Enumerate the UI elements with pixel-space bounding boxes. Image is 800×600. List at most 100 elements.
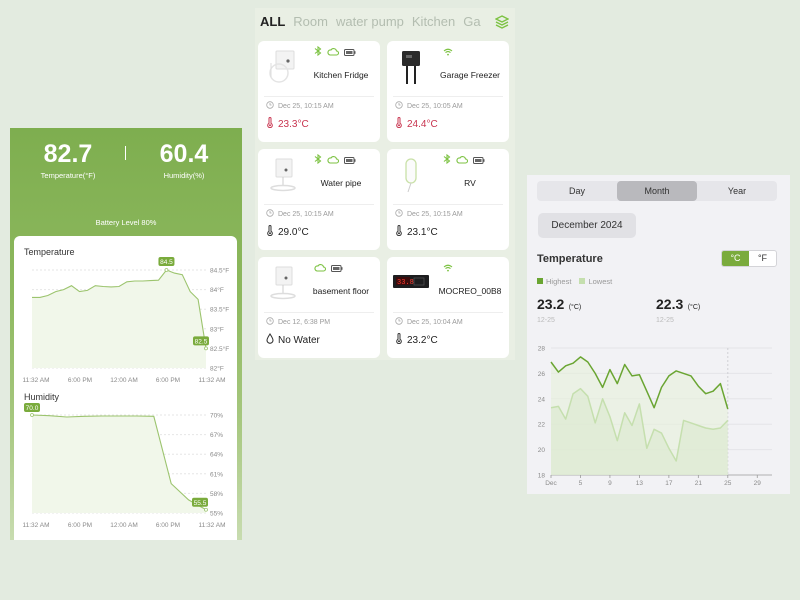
unit-toggle: °C °F <box>721 250 777 267</box>
y-tick-label: 61% <box>210 471 223 478</box>
x-tick-label: 11:32 AM <box>199 377 226 384</box>
status-icons <box>443 263 453 273</box>
device-card[interactable]: Water pipe Dec 25, 10:15 AM 29.0°C <box>258 149 380 250</box>
humidity-value: 60.4 <box>159 140 209 168</box>
lowest-value: 22.3 <box>656 296 684 312</box>
area-fill <box>32 270 206 368</box>
month-selector-button[interactable]: December 2024 <box>538 213 636 238</box>
status-icons <box>443 153 485 165</box>
device-name: Kitchen Fridge <box>313 70 369 80</box>
cloud-icon <box>456 151 469 169</box>
device-image <box>397 49 427 85</box>
y-tick-label: 82°F <box>210 365 224 373</box>
fahrenheit-button[interactable]: °F <box>749 251 776 266</box>
value-badge-label: 82.5 <box>195 339 208 346</box>
tab-water-pump[interactable]: water pump <box>336 14 404 29</box>
clock-icon <box>266 317 274 327</box>
device-card[interactable]: Kitchen Fridge Dec 25, 10:15 AM 23.3°C <box>258 41 380 142</box>
last-update: Dec 25, 10:05 AM <box>395 101 463 111</box>
x-tick-label: Dec <box>545 480 557 487</box>
device-card[interactable]: basement floor Dec 12, 6:38 PM No Water <box>258 257 380 358</box>
y-tick-label: 18 <box>538 473 546 480</box>
card-divider <box>393 96 503 97</box>
data-point <box>204 507 208 512</box>
device-name: MOCREO_00B8 <box>438 286 502 296</box>
legend-swatch <box>537 278 543 284</box>
y-tick-label: 83.5°F <box>210 306 229 314</box>
humidity-reading: 60.4 Humidity(%) <box>126 140 242 180</box>
humidity-label: Humidity(%) <box>163 171 205 180</box>
y-tick-label: 24 <box>538 396 546 403</box>
temperature-value: 82.7 <box>43 140 93 168</box>
x-tick-label: 9 <box>608 480 612 487</box>
device-image: 33.8 <box>393 265 429 301</box>
history-card: Temperature 84.5°F 84°F 83.5°F 83°F 82.5°F 82… <box>14 236 237 540</box>
device-reading: 29.0°C <box>266 225 309 239</box>
reading-value: 29.0°C <box>278 226 309 238</box>
temperature-label: Temperature(°F) <box>40 171 96 180</box>
thermometer-icon <box>395 333 403 347</box>
layers-icon[interactable] <box>494 15 510 29</box>
range-tab-month[interactable]: Month <box>617 181 697 201</box>
monthly-temperature-chart[interactable]: 18 20 22 24 26 28 Dec 5 9 13 17 21 25 29 <box>527 335 790 494</box>
tab-room[interactable]: Room <box>293 14 328 29</box>
legend-item-lowest: Lowest <box>579 277 612 286</box>
data-point <box>164 268 169 272</box>
range-tab-year[interactable]: Year <box>697 181 777 201</box>
x-tick-label: 29 <box>754 480 762 487</box>
cloud-icon <box>314 259 327 277</box>
tab-all[interactable]: ALL <box>260 14 285 29</box>
device-reading: 23.2°C <box>395 333 438 347</box>
y-tick-label: 67% <box>210 432 223 439</box>
x-tick-label: 21 <box>695 480 703 487</box>
y-tick-label: 58% <box>210 491 223 498</box>
cloud-icon <box>327 151 340 169</box>
y-tick-label: 82.5°F <box>210 345 229 353</box>
update-time: Dec 12, 6:38 PM <box>278 318 331 326</box>
celsius-button[interactable]: °C <box>722 251 749 266</box>
battery-level: Battery Level 80% <box>95 218 157 227</box>
value-badge-label: 55.5 <box>194 500 207 507</box>
humidity-chart[interactable]: 70% 67% 64% 61% 58% 55% 11:32 AM 6:00 PM 12:00 A… <box>14 399 237 539</box>
clock-icon <box>395 317 403 327</box>
x-tick-label: 5 <box>579 480 583 487</box>
device-name: basement floor <box>312 286 370 296</box>
device-image <box>397 157 427 193</box>
legend-item-highest: Highest <box>537 277 571 286</box>
status-icons <box>314 153 356 165</box>
device-name: Water pipe <box>320 178 362 188</box>
category-tabs: ALL Room water pump Kitchen Ga <box>260 14 510 32</box>
temperature-reading: 82.7 Temperature(°F) <box>10 140 126 180</box>
last-update: Dec 25, 10:04 AM <box>395 317 463 327</box>
battery-icon <box>344 151 356 169</box>
thermometer-icon <box>266 117 274 131</box>
device-card[interactable]: Garage Freezer Dec 25, 10:05 AM 24.4°C <box>387 41 509 142</box>
highest-date: 12-25 <box>537 317 555 324</box>
clock-icon <box>395 209 403 219</box>
reading-value: No Water <box>278 334 320 346</box>
highest-unit: (°C) <box>568 304 582 311</box>
reading-value: 23.3°C <box>278 118 309 130</box>
x-tick-label: 13 <box>636 480 644 487</box>
x-tick-label: 6:00 PM <box>156 377 180 384</box>
reading-value: 23.2°C <box>407 334 438 346</box>
wifi-icon <box>443 259 453 277</box>
tab-kitchen[interactable]: Kitchen <box>412 14 455 29</box>
y-tick-label: 83°F <box>210 325 224 333</box>
x-tick-label: 11:32 AM <box>23 377 50 384</box>
x-tick-label: 12:00 AM <box>110 377 137 384</box>
update-time: Dec 25, 10:04 AM <box>407 318 463 326</box>
device-card[interactable]: 33.8 MOCREO_00B8 Dec 25, 10:04 AM 23.2°C <box>387 257 509 358</box>
legend-swatch <box>579 278 586 284</box>
cloud-icon <box>327 43 340 61</box>
tab-ga[interactable]: Ga <box>463 14 480 29</box>
battery-icon <box>473 151 485 169</box>
data-point <box>204 346 208 351</box>
range-tab-day[interactable]: Day <box>537 181 617 201</box>
last-update: Dec 12, 6:38 PM <box>266 317 330 327</box>
y-tick-label: 84.5°F <box>210 267 229 275</box>
y-tick-label: 22 <box>538 422 546 429</box>
temperature-chart[interactable]: 84.5°F 84°F 83.5°F 83°F 82.5°F 82°F 11:32 AM 6:… <box>14 254 237 394</box>
device-card[interactable]: RV Dec 25, 10:15 AM 23.1°C <box>387 149 509 250</box>
x-tick-label: 12:00 AM <box>110 522 137 529</box>
